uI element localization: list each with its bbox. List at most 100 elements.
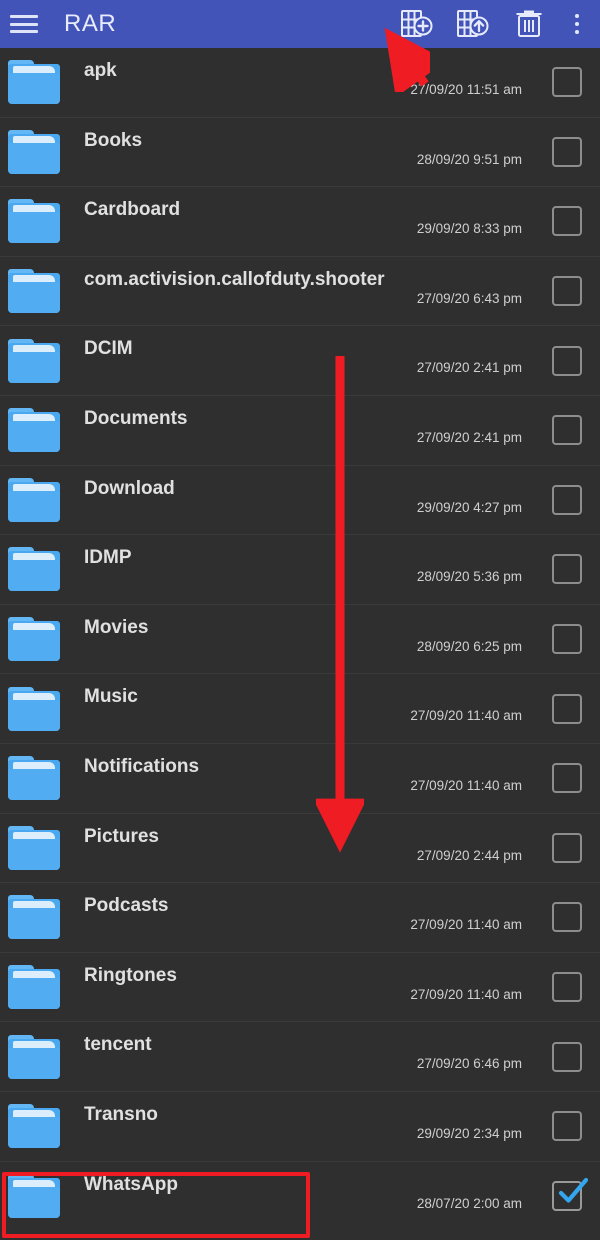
file-date: 27/09/20 6:46 pm bbox=[416, 1056, 522, 1072]
folder-icon bbox=[8, 199, 60, 244]
file-date: 27/09/20 6:43 pm bbox=[416, 290, 522, 306]
file-name: Pictures bbox=[84, 825, 159, 847]
app-toolbar: RAR bbox=[0, 0, 600, 48]
folder-front bbox=[8, 282, 60, 314]
row-checkbox[interactable] bbox=[552, 832, 582, 863]
row-checkbox[interactable] bbox=[552, 484, 582, 515]
file-name: WhatsApp bbox=[84, 1173, 178, 1195]
folder-icon bbox=[8, 1104, 60, 1149]
folder-front bbox=[8, 73, 60, 105]
folder-icon bbox=[8, 965, 60, 1010]
file-name: Ringtones bbox=[84, 964, 177, 986]
file-list-row[interactable]: WhatsApp 28/07/20 2:00 am bbox=[0, 1162, 600, 1232]
file-name: Music bbox=[84, 686, 138, 708]
file-list-row[interactable]: IDMP 28/09/20 5:36 pm bbox=[0, 535, 600, 605]
folder-front bbox=[8, 1047, 60, 1079]
file-date: 27/09/20 11:40 am bbox=[410, 777, 522, 793]
toolbar-left-group: RAR bbox=[10, 0, 400, 48]
file-date: 27/09/20 11:40 am bbox=[410, 986, 522, 1002]
folder-icon bbox=[8, 129, 60, 174]
file-list-row[interactable]: Cardboard 29/09/20 8:33 pm bbox=[0, 187, 600, 257]
row-checkbox[interactable] bbox=[552, 415, 582, 446]
folder-front bbox=[8, 838, 60, 870]
row-checkbox[interactable] bbox=[552, 1178, 589, 1212]
file-date: 29/09/20 2:34 pm bbox=[416, 1125, 522, 1141]
row-checkbox[interactable] bbox=[552, 1111, 582, 1142]
folder-front bbox=[8, 908, 60, 940]
folder-front bbox=[8, 351, 60, 383]
row-checkbox[interactable] bbox=[552, 972, 582, 1003]
file-list-row[interactable]: com.activision.callofduty.shooter 27/09/2… bbox=[0, 257, 600, 327]
file-name: DCIM bbox=[84, 338, 133, 360]
folder-front bbox=[8, 1187, 60, 1219]
file-date: 27/09/20 2:44 pm bbox=[416, 847, 522, 863]
file-name: tencent bbox=[84, 1034, 152, 1056]
row-checkbox[interactable] bbox=[552, 763, 582, 794]
file-name: Download bbox=[84, 477, 175, 499]
file-name: com.activision.callofduty.shooter bbox=[84, 268, 385, 290]
file-list-row[interactable]: Download 29/09/20 4:27 pm bbox=[0, 466, 600, 536]
file-list-row[interactable]: tencent 27/09/20 6:46 pm bbox=[0, 1022, 600, 1092]
row-checkbox[interactable] bbox=[552, 206, 582, 237]
file-name: Transno bbox=[84, 1103, 158, 1125]
folder-icon bbox=[8, 60, 60, 105]
file-list-row[interactable]: Podcasts 27/09/20 11:40 am bbox=[0, 883, 600, 953]
toolbar-actions bbox=[400, 7, 586, 41]
row-checkbox[interactable] bbox=[552, 624, 582, 655]
hamburger-line bbox=[10, 30, 38, 33]
row-checkbox[interactable] bbox=[552, 902, 582, 933]
file-list-row[interactable]: Transno 29/09/20 2:34 pm bbox=[0, 1092, 600, 1162]
folder-icon bbox=[8, 269, 60, 314]
row-checkbox[interactable] bbox=[552, 554, 582, 585]
row-checkbox[interactable] bbox=[552, 345, 582, 376]
file-name: Movies bbox=[84, 616, 149, 638]
folder-icon bbox=[8, 1174, 60, 1219]
file-date: 28/07/20 2:00 am bbox=[416, 1195, 522, 1211]
file-date: 29/09/20 8:33 pm bbox=[416, 221, 522, 237]
folder-icon bbox=[8, 338, 60, 383]
file-list-row[interactable]: Movies 28/09/20 6:25 pm bbox=[0, 605, 600, 675]
file-date: 27/09/20 2:41 pm bbox=[416, 360, 522, 376]
folder-front bbox=[8, 630, 60, 662]
row-checkbox[interactable] bbox=[552, 136, 582, 167]
file-list-row[interactable]: Ringtones 27/09/20 11:40 am bbox=[0, 953, 600, 1023]
folder-icon bbox=[8, 1034, 60, 1079]
row-checkbox[interactable] bbox=[552, 1041, 582, 1072]
row-checkbox[interactable] bbox=[552, 693, 582, 724]
folder-front bbox=[8, 699, 60, 731]
folder-icon bbox=[8, 686, 60, 731]
folder-icon bbox=[8, 477, 60, 522]
file-date: 27/09/20 2:41 pm bbox=[416, 429, 522, 445]
rar-file-manager-screen: RAR apk 27/09/20 11:51 am Books 28/09/20… bbox=[0, 0, 600, 1240]
folder-front bbox=[8, 490, 60, 522]
hamburger-menu-icon[interactable] bbox=[10, 13, 38, 35]
overflow-menu-icon[interactable] bbox=[568, 9, 586, 39]
add-to-archive-icon[interactable] bbox=[400, 7, 434, 41]
file-list-row[interactable]: Documents 27/09/20 2:41 pm bbox=[0, 396, 600, 466]
file-name: Podcasts bbox=[84, 895, 169, 917]
extract-archive-icon[interactable] bbox=[456, 7, 490, 41]
row-checkbox[interactable] bbox=[552, 276, 582, 307]
file-list-row[interactable]: apk 27/09/20 11:51 am bbox=[0, 48, 600, 118]
folder-front bbox=[8, 212, 60, 244]
file-date: 29/09/20 4:27 pm bbox=[416, 499, 522, 515]
folder-icon bbox=[8, 617, 60, 662]
folder-icon bbox=[8, 825, 60, 870]
file-list-row[interactable]: Music 27/09/20 11:40 am bbox=[0, 674, 600, 744]
file-date: 28/09/20 6:25 pm bbox=[416, 638, 522, 654]
file-name: Books bbox=[84, 129, 143, 151]
file-list-row[interactable]: DCIM 27/09/20 2:41 pm bbox=[0, 326, 600, 396]
file-list-row[interactable]: Pictures 27/09/20 2:44 pm bbox=[0, 814, 600, 884]
file-list-row[interactable]: Notifications 27/09/20 11:40 am bbox=[0, 744, 600, 814]
page-title: RAR bbox=[64, 10, 117, 37]
file-list-row[interactable]: Books 28/09/20 9:51 pm bbox=[0, 118, 600, 188]
delete-trash-icon[interactable] bbox=[512, 7, 546, 41]
kebab-dot bbox=[575, 22, 579, 26]
row-checkbox[interactable] bbox=[552, 67, 582, 98]
file-date: 27/09/20 11:40 am bbox=[410, 708, 522, 724]
file-name: apk bbox=[84, 60, 117, 81]
file-name: IDMP bbox=[84, 547, 132, 569]
folder-icon bbox=[8, 895, 60, 940]
file-list[interactable]: apk 27/09/20 11:51 am Books 28/09/20 9:51 p… bbox=[0, 48, 600, 1232]
file-name: Documents bbox=[84, 407, 188, 429]
